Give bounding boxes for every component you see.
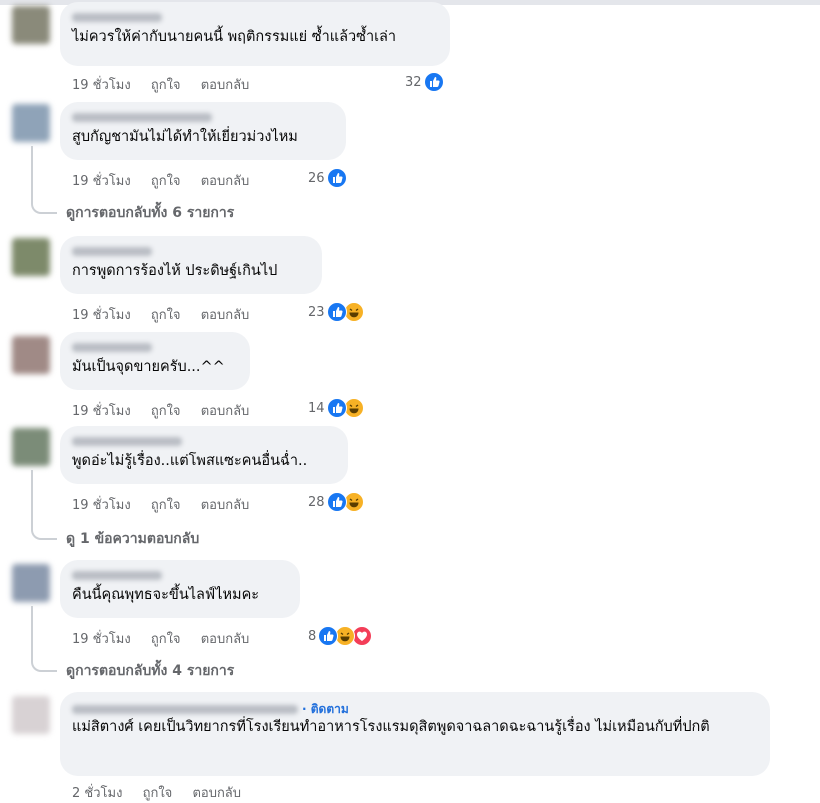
- like-link[interactable]: ถูกใจ: [151, 498, 181, 513]
- avatar[interactable]: [12, 696, 50, 734]
- like-link[interactable]: ถูกใจ: [151, 404, 181, 419]
- comment-actions: 19 ชั่วโมง ถูกใจ ตอบกลับ: [72, 170, 265, 191]
- reaction-count: 23: [308, 304, 325, 320]
- reply-thread-line: [31, 606, 57, 672]
- reaction-count: 14: [308, 400, 325, 416]
- like-reaction-icon: [326, 168, 347, 188]
- comment-actions: 19 ชั่วโมง ถูกใจ ตอบกลับ: [72, 400, 265, 421]
- avatar[interactable]: [12, 336, 50, 374]
- comment-bubble: · ติดตาม แม่สิตางศ์ เคยเป็นวิทยากรที่โรง…: [60, 692, 770, 776]
- reaction-count: 32: [405, 74, 422, 90]
- like-reaction-icon: [326, 302, 347, 322]
- commenter-name[interactable]: [72, 110, 334, 124]
- comment-bubble: คืนนี้คุณพุทธจะขึ้นไลฟ์ไหมคะ: [60, 560, 300, 618]
- reply-link[interactable]: ตอบกลับ: [201, 498, 250, 513]
- love-reaction-icon: [352, 626, 373, 646]
- comment-actions: 19 ชั่วโมง ถูกใจ ตอบกลับ: [72, 494, 265, 515]
- reply-link[interactable]: ตอบกลับ: [201, 632, 250, 647]
- comment-bubble: การพูดการร้องไห้ ประดิษฐ์เกินไป: [60, 236, 322, 294]
- avatar[interactable]: [12, 238, 50, 276]
- comment-text: มันเป็นจุดขายครับ...^^: [72, 359, 225, 375]
- haha-reaction-icon: [335, 626, 356, 646]
- comment-text: การพูดการร้องไห้ ประดิษฐ์เกินไป: [72, 263, 278, 279]
- comment-text: พูดอ่ะไม่รู้เรื่อง..แต่โพสแซะคนอื่นฉ่ำ..: [72, 453, 308, 469]
- reaction-summary[interactable]: 26: [308, 168, 347, 188]
- commenter-name[interactable]: [72, 705, 298, 714]
- reaction-summary[interactable]: 14: [308, 398, 364, 418]
- reaction-count: 28: [308, 494, 325, 510]
- comment-text: แม่สิตางศ์ เคยเป็นวิทยากรที่โรงเรียนทำอา…: [72, 719, 710, 735]
- reply-link[interactable]: ตอบกลับ: [201, 308, 250, 323]
- comment-actions: 2 ชั่วโมง ถูกใจ ตอบกลับ: [72, 782, 257, 803]
- reaction-summary[interactable]: 23: [308, 302, 364, 322]
- like-reaction-icon: [318, 626, 339, 646]
- view-replies-link[interactable]: ดูการตอบกลับทั้ง 6 รายการ: [66, 202, 234, 224]
- timestamp[interactable]: 19 ชั่วโมง: [72, 498, 131, 513]
- like-link[interactable]: ถูกใจ: [151, 174, 181, 189]
- commenter-name[interactable]: [72, 244, 310, 258]
- comment-text: ไม่ควรให้ค่ากับนายคนนี้ พฤติกรรมแย่ ซ้ำแ…: [72, 29, 397, 45]
- avatar[interactable]: [12, 564, 50, 602]
- reply-link[interactable]: ตอบกลับ: [201, 78, 250, 93]
- commenter-name[interactable]: [72, 340, 238, 354]
- timestamp[interactable]: 19 ชั่วโมง: [72, 404, 131, 419]
- like-link[interactable]: ถูกใจ: [151, 632, 181, 647]
- haha-reaction-icon: [343, 398, 364, 418]
- comment-bubble: ไม่ควรให้ค่ากับนายคนนี้ พฤติกรรมแย่ ซ้ำแ…: [60, 2, 450, 66]
- reply-thread-line: [31, 146, 57, 214]
- like-link[interactable]: ถูกใจ: [143, 786, 173, 801]
- like-reaction-icon: [326, 398, 347, 418]
- commenter-name[interactable]: [72, 568, 288, 582]
- reply-link[interactable]: ตอบกลับ: [201, 404, 250, 419]
- follow-link[interactable]: · ติดตาม: [302, 702, 349, 716]
- like-reaction-icon: [326, 492, 347, 512]
- haha-reaction-icon: [343, 492, 364, 512]
- like-link[interactable]: ถูกใจ: [151, 308, 181, 323]
- timestamp[interactable]: 2 ชั่วโมง: [72, 786, 122, 801]
- haha-reaction-icon: [343, 302, 364, 322]
- timestamp[interactable]: 19 ชั่วโมง: [72, 78, 131, 93]
- timestamp[interactable]: 19 ชั่วโมง: [72, 308, 131, 323]
- reaction-count: 26: [308, 170, 325, 186]
- comment-bubble: สูบกัญชามันไม่ได้ทำให้เยี่ยวม่วงไหม: [60, 102, 346, 160]
- view-replies-link[interactable]: ดู 1 ข้อความตอบกลับ: [66, 528, 199, 550]
- like-link[interactable]: ถูกใจ: [151, 78, 181, 93]
- reply-thread-line: [31, 470, 57, 540]
- commenter-name-row: · ติดตาม: [72, 700, 758, 716]
- commenter-name[interactable]: [72, 434, 336, 448]
- timestamp[interactable]: 19 ชั่วโมง: [72, 632, 131, 647]
- comment-bubble: พูดอ่ะไม่รู้เรื่อง..แต่โพสแซะคนอื่นฉ่ำ..: [60, 426, 348, 484]
- comment-bubble: มันเป็นจุดขายครับ...^^: [60, 332, 250, 390]
- avatar[interactable]: [12, 6, 50, 44]
- reaction-summary[interactable]: 28: [308, 492, 364, 512]
- commenter-name[interactable]: [72, 10, 438, 24]
- timestamp[interactable]: 19 ชั่วโมง: [72, 174, 131, 189]
- comment-actions: 19 ชั่วโมง ถูกใจ ตอบกลับ: [72, 304, 265, 325]
- avatar[interactable]: [12, 104, 50, 142]
- reaction-summary[interactable]: 8: [308, 626, 373, 646]
- comment-actions: 19 ชั่วโมง ถูกใจ ตอบกลับ: [72, 628, 265, 649]
- like-reaction-icon: [423, 72, 444, 92]
- view-replies-link[interactable]: ดูการตอบกลับทั้ง 4 รายการ: [66, 660, 234, 682]
- avatar[interactable]: [12, 428, 50, 466]
- reply-link[interactable]: ตอบกลับ: [192, 786, 241, 801]
- comment-actions: 19 ชั่วโมง ถูกใจ ตอบกลับ: [72, 74, 265, 95]
- comment-text: คืนนี้คุณพุทธจะขึ้นไลฟ์ไหมคะ: [72, 587, 260, 603]
- reaction-summary[interactable]: 32: [405, 72, 444, 92]
- comment-text: สูบกัญชามันไม่ได้ทำให้เยี่ยวม่วงไหม: [72, 129, 298, 145]
- reaction-count: 8: [308, 628, 317, 644]
- reply-link[interactable]: ตอบกลับ: [201, 174, 250, 189]
